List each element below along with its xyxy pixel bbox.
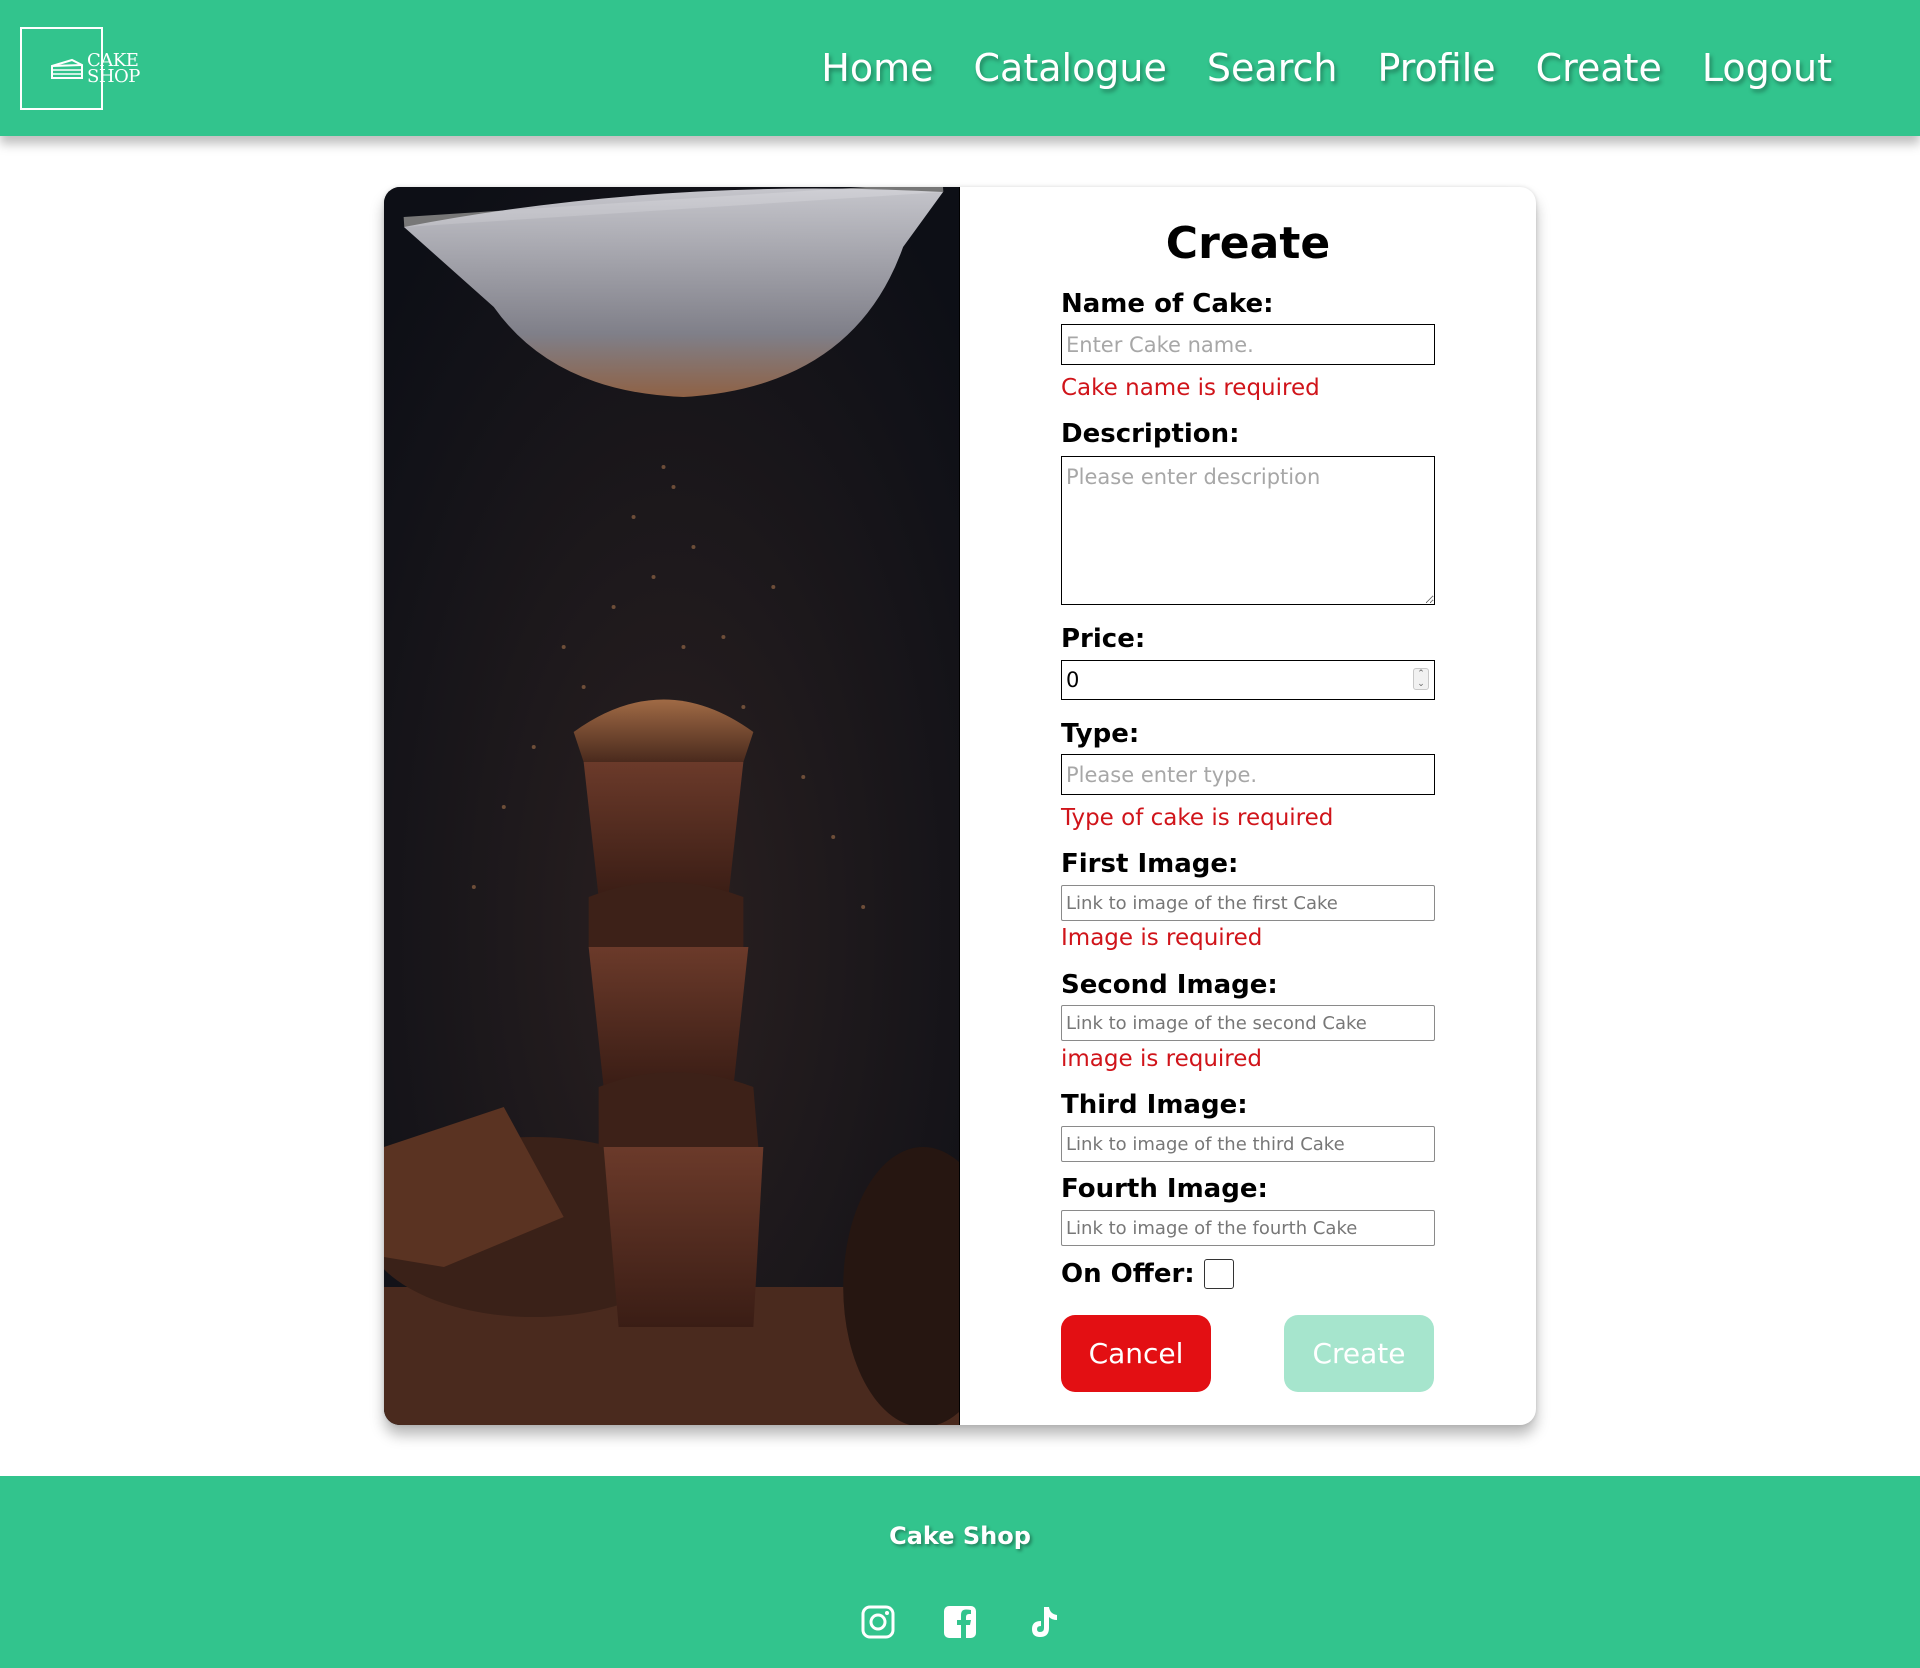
nav-search[interactable]: Search	[1207, 46, 1338, 90]
price-input[interactable]	[1061, 660, 1435, 700]
third-image-label: Third Image:	[1061, 1090, 1248, 1120]
site-footer: Cake Shop	[0, 1476, 1920, 1668]
footer-title: Cake Shop	[889, 1522, 1031, 1550]
logo-line2: SHOP	[87, 66, 140, 87]
description-label: Description:	[1061, 419, 1240, 449]
create-button[interactable]: Create	[1284, 1315, 1434, 1392]
first-image-error: Image is required	[1061, 925, 1263, 951]
second-image-label: Second Image:	[1061, 970, 1278, 1000]
price-label: Price:	[1061, 624, 1146, 654]
cancel-button[interactable]: Cancel	[1061, 1315, 1211, 1392]
logo-text: CAKE SHOP	[87, 52, 140, 87]
fourth-image-label: Fourth Image:	[1061, 1174, 1268, 1204]
form-title: Create	[1165, 218, 1331, 269]
on-offer-checkbox[interactable]	[1204, 1259, 1234, 1289]
first-image-label: First Image:	[1061, 849, 1239, 879]
main-nav: Home Catalogue Search Profile Create Log…	[821, 46, 1832, 90]
price-stepper[interactable]: ⌃ ⌄	[1413, 668, 1429, 690]
fourth-image-input[interactable]	[1061, 1210, 1435, 1246]
type-error: Type of cake is required	[1061, 805, 1334, 831]
nav-create[interactable]: Create	[1536, 46, 1662, 90]
nav-logout[interactable]: Logout	[1702, 46, 1832, 90]
first-image-input[interactable]	[1061, 885, 1435, 921]
third-image-input[interactable]	[1061, 1126, 1435, 1162]
second-image-input[interactable]	[1061, 1005, 1435, 1041]
create-card: Create Name of Cake: Cake name is requir…	[384, 187, 1536, 1425]
description-textarea[interactable]	[1061, 456, 1435, 605]
cupcake-photo	[384, 187, 960, 1425]
cake-name-input[interactable]	[1061, 324, 1435, 365]
type-label: Type:	[1061, 719, 1140, 749]
nav-profile[interactable]: Profile	[1377, 46, 1495, 90]
name-label: Name of Cake:	[1061, 289, 1274, 319]
on-offer-label: On Offer:	[1061, 1259, 1195, 1289]
type-input[interactable]	[1061, 754, 1435, 795]
logo[interactable]: CAKE SHOP	[20, 27, 140, 110]
name-error: Cake name is required	[1061, 375, 1320, 401]
nav-home[interactable]: Home	[821, 46, 933, 90]
second-image-error: image is required	[1061, 1046, 1263, 1072]
facebook-icon[interactable]	[942, 1604, 978, 1640]
cake-slice-icon	[51, 58, 83, 79]
nav-catalogue[interactable]: Catalogue	[974, 46, 1167, 90]
site-header: CAKE SHOP Home Catalogue Search Profile …	[0, 0, 1920, 136]
instagram-icon[interactable]	[860, 1604, 896, 1640]
tiktok-icon[interactable]	[1024, 1604, 1060, 1640]
